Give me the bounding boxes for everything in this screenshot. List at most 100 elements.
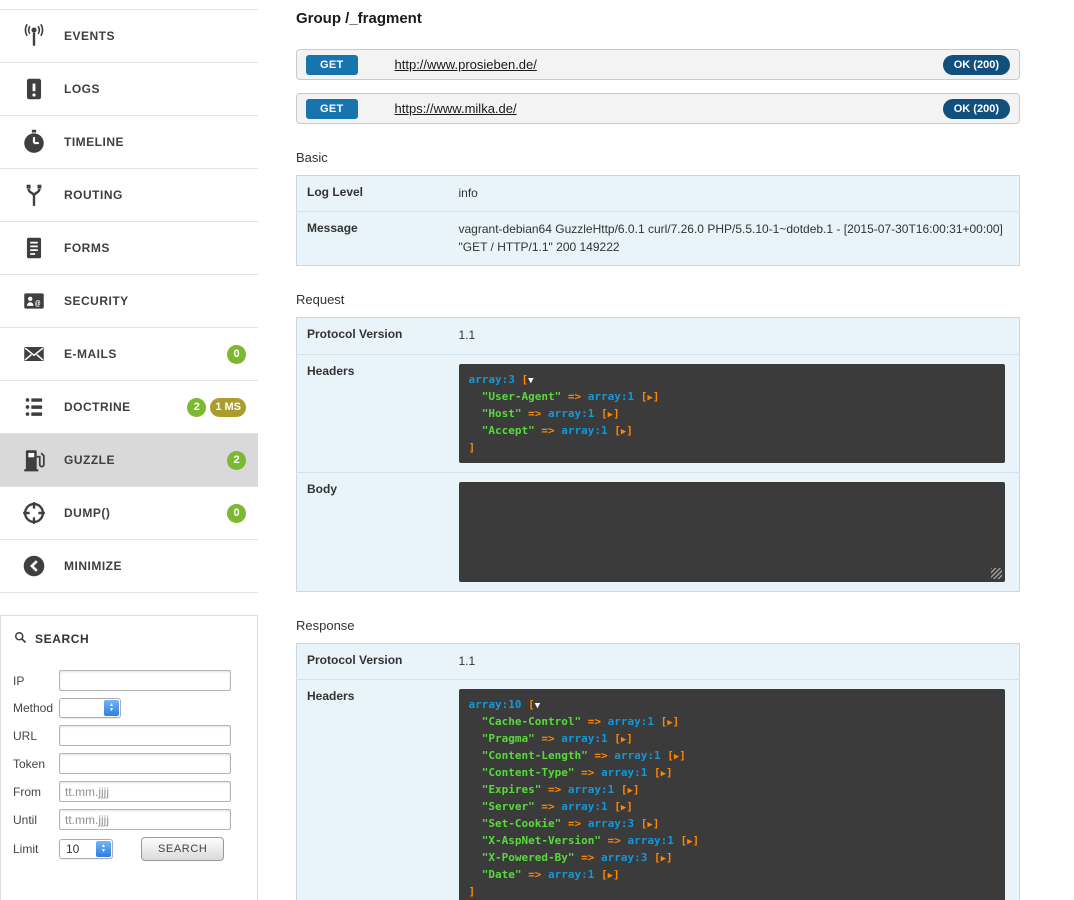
sidebar-item-timeline[interactable]: TIMELINE: [0, 116, 258, 169]
ip-label: IP: [13, 674, 59, 688]
sidebar-item-forms[interactable]: FORMS: [0, 222, 258, 275]
target-icon: [12, 500, 56, 526]
id-card-icon: @: [12, 288, 56, 314]
sidebar-item-label: EVENTS: [64, 29, 115, 43]
limit-select-value: 10: [66, 842, 79, 856]
sidebar-item-minimize[interactable]: MINIMIZE: [0, 540, 258, 593]
row-value: vagrant-debian64 GuzzleHttp/6.0.1 curl/7…: [459, 212, 1020, 266]
sidebar-item-label: TIMELINE: [64, 135, 124, 149]
sidebar-item-label: GUZZLE: [64, 453, 115, 467]
sidebar-item-logs[interactable]: LOGS: [0, 63, 258, 116]
table-row: Protocol Version 1.1: [297, 318, 1020, 354]
basic-table-body: Log LevelinfoMessagevagrant-debian64 Guz…: [297, 176, 1020, 266]
response-headers-dump: array:10 [▼ "Cache-Control" => array:1 […: [459, 689, 1006, 900]
http-method-badge: GET: [306, 99, 358, 119]
sidebar-item-label: DUMP(): [64, 506, 110, 520]
list-icon: [12, 394, 56, 420]
request-section-heading: Request: [296, 292, 1020, 307]
search-row-from: From: [13, 781, 245, 802]
token-input[interactable]: [59, 753, 231, 774]
request-body-box: [459, 482, 1006, 582]
sidebar-item-more[interactable]: [0, 0, 258, 10]
row-label: Protocol Version: [297, 643, 459, 679]
url-label: URL: [13, 729, 59, 743]
gas-pump-icon: [12, 447, 56, 473]
url-input[interactable]: [59, 725, 231, 746]
row-label: Headers: [297, 679, 459, 900]
http-method-badge: GET: [306, 55, 358, 75]
search-row-url: URL: [13, 725, 245, 746]
sidebar-item-label: SECURITY: [64, 294, 129, 308]
svg-text:@: @: [35, 299, 41, 309]
log-icon: [12, 76, 56, 102]
route-icon: [12, 182, 56, 208]
search-button[interactable]: SEARCH: [141, 837, 224, 861]
method-label: Method: [13, 701, 59, 715]
request-headers-dump: array:3 [▼ "User-Agent" => array:1 [▶] "…: [459, 364, 1006, 463]
method-select[interactable]: ▲▼: [59, 698, 121, 718]
page-title: Group /_fragment: [296, 10, 1020, 27]
select-stepper-icon: ▲▼: [96, 841, 111, 857]
sidebar-item-label: ROUTING: [64, 188, 123, 202]
resize-grip[interactable]: [991, 568, 1002, 579]
sidebar-item-guzzle[interactable]: GUZZLE 2: [0, 434, 258, 487]
sidebar-item-events[interactable]: EVENTS: [0, 10, 258, 63]
basic-table: Log LevelinfoMessagevagrant-debian64 Guz…: [296, 175, 1020, 266]
request-url-link[interactable]: http://www.prosieben.de/: [395, 57, 537, 72]
sidebar-item-label: LOGS: [64, 82, 100, 96]
from-date-input[interactable]: [59, 781, 231, 802]
until-date-input[interactable]: [59, 809, 231, 830]
sidebar-nav: EVENTS LOGS TIMELINE ROUTING FORMS @ SECURITY E…: [0, 0, 258, 593]
arrow-left-circle-icon: [12, 553, 56, 579]
sidebar-item-emails[interactable]: E-MAILS 0: [0, 328, 258, 381]
row-label: Headers: [297, 354, 459, 472]
token-label: Token: [13, 757, 59, 771]
search-icon: [13, 630, 28, 648]
sidebar-item-security[interactable]: @ SECURITY: [0, 275, 258, 328]
table-row: Protocol Version 1.1: [297, 643, 1020, 679]
until-label: Until: [13, 813, 59, 827]
search-row-ip: IP: [13, 670, 245, 691]
row-value: info: [459, 176, 1020, 212]
sidebar-item-dump[interactable]: DUMP()0: [0, 487, 258, 540]
sidebar-item-label: E-MAILS: [64, 347, 117, 361]
search-row-method: Method ▲▼: [13, 698, 245, 718]
dump-toggle-icon[interactable]: ▼: [528, 376, 533, 386]
profiler-page: { "colors": { "get_blue": "#1874ad", "pi…: [0, 0, 1074, 900]
response-section-heading: Response: [296, 618, 1020, 633]
request-bar: GET http://www.prosieben.de/OK (200): [296, 49, 1020, 80]
request-table: Protocol Version 1.1 Headers array:3 [▼ …: [296, 317, 1020, 591]
row-value: 1.1: [459, 318, 1020, 354]
search-panel: SEARCH IP Method ▲▼ URL Token: [0, 615, 258, 900]
table-row: Body: [297, 472, 1020, 591]
form-icon: [12, 235, 56, 261]
limit-label: Limit: [13, 842, 59, 856]
request-bar: GEThttps://www.milka.de/OK (200): [296, 93, 1020, 124]
search-panel-title: SEARCH: [35, 632, 89, 646]
row-label: Protocol Version: [297, 318, 459, 354]
envelope-icon: [12, 341, 56, 367]
dots-icon: [12, 0, 56, 10]
dump-toggle-icon[interactable]: ▼: [535, 701, 540, 711]
table-row: Messagevagrant-debian64 GuzzleHttp/6.0.1…: [297, 212, 1020, 266]
row-label: Log Level: [297, 176, 459, 212]
ip-input[interactable]: [59, 670, 231, 691]
basic-section-heading: Basic: [296, 150, 1020, 165]
clock-icon: [12, 129, 56, 155]
response-table: Protocol Version 1.1 Headers array:10 [▼…: [296, 643, 1020, 900]
status-badge: 2: [227, 451, 246, 470]
search-row-until: Until: [13, 809, 245, 830]
request-url-link[interactable]: https://www.milka.de/: [395, 101, 517, 116]
table-row: Log Levelinfo: [297, 176, 1020, 212]
row-label: Message: [297, 212, 459, 266]
sidebar-item-routing[interactable]: ROUTING: [0, 169, 258, 222]
limit-select[interactable]: 10 ▲▼: [59, 839, 113, 859]
sidebar-item-doctrine[interactable]: DOCTRINE21 MS: [0, 381, 258, 434]
status-pill: OK (200): [943, 55, 1010, 75]
status-badge: 2: [187, 398, 206, 417]
table-row: Headers array:3 [▼ "User-Agent" => array…: [297, 354, 1020, 472]
sidebar-item-label: MINIMIZE: [64, 559, 122, 573]
status-badge: 0: [227, 345, 246, 364]
request-list: GET http://www.prosieben.de/OK (200) GET ht…: [296, 49, 1020, 124]
sidebar-item-label: DOCTRINE: [64, 400, 131, 414]
